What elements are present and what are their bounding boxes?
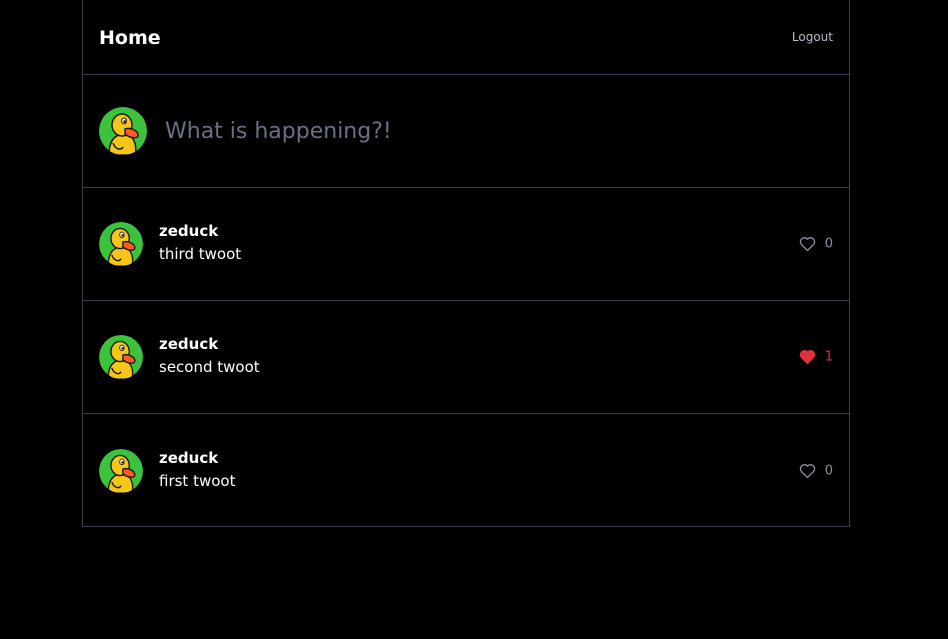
logout-button[interactable]: Logout — [792, 30, 833, 44]
duck-avatar-icon[interactable] — [99, 449, 143, 493]
compose-input[interactable] — [163, 117, 767, 145]
duck-avatar-icon[interactable] — [99, 222, 143, 266]
post-username[interactable]: zeduck — [159, 333, 260, 355]
heart-filled-icon — [799, 349, 815, 365]
like-count: 0 — [824, 236, 833, 252]
post-username[interactable]: zeduck — [159, 220, 241, 242]
page-title: Home — [99, 27, 161, 49]
post-text: third twoot — [159, 245, 242, 263]
heart-outline-icon — [799, 236, 815, 252]
post-body: zeduck first twoot — [159, 447, 235, 493]
like-button[interactable]: 1 — [799, 350, 833, 365]
header: Home Logout — [83, 0, 849, 75]
post-body: zeduck second twoot — [159, 333, 260, 379]
post-text: second twoot — [159, 358, 260, 376]
duck-avatar-icon[interactable] — [99, 335, 143, 379]
post-username[interactable]: zeduck — [159, 447, 235, 469]
like-count: 0 — [824, 463, 833, 478]
heart-outline-icon — [799, 463, 815, 478]
like-button[interactable]: 0 — [799, 463, 833, 478]
post-item: zeduck second twoot 1 — [83, 301, 849, 414]
post-item: zeduck first twoot 0 — [83, 414, 849, 527]
duck-avatar-icon — [99, 107, 147, 155]
like-button[interactable]: 0 — [799, 237, 833, 252]
post-text: first twoot — [159, 471, 236, 490]
compose-box — [83, 75, 849, 188]
like-count: 1 — [824, 349, 833, 365]
timeline-container: Home Logout zeduck third twoot 0 zeduck … — [82, 0, 850, 527]
post-item: zeduck third twoot 0 — [83, 188, 849, 301]
post-body: zeduck third twoot — [159, 220, 241, 266]
